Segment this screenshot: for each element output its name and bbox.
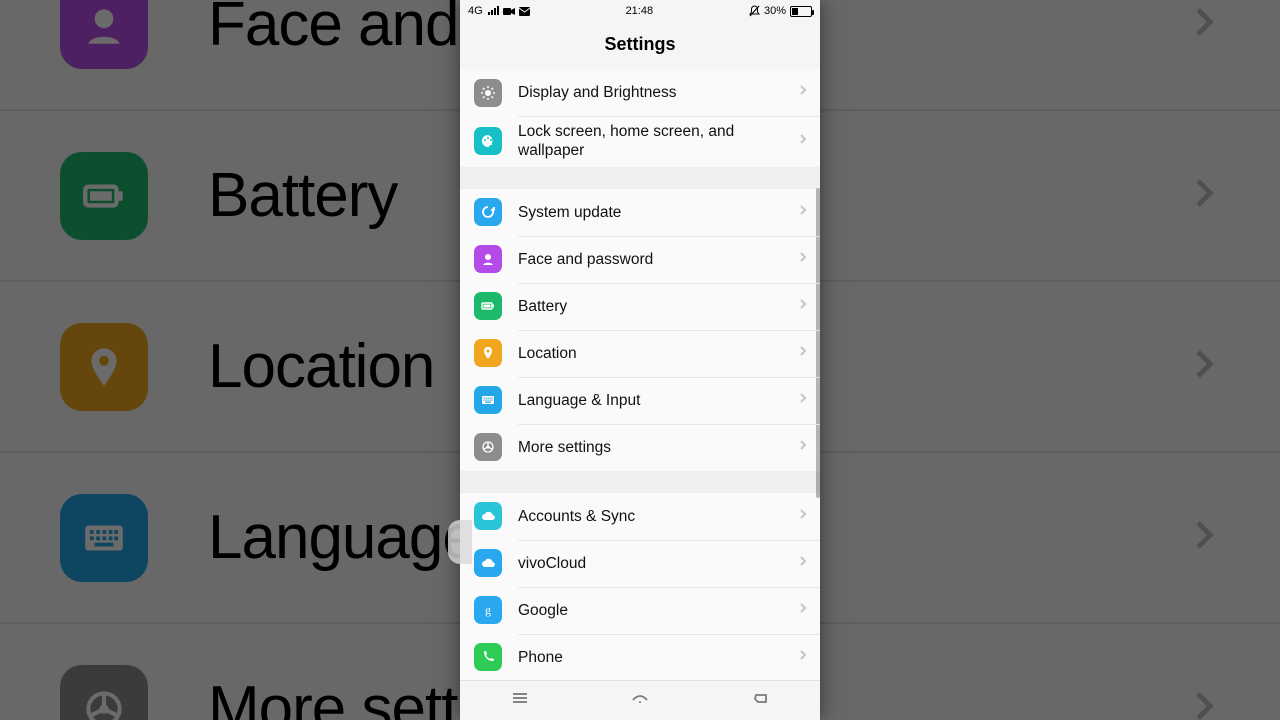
chevron-right-icon — [1186, 689, 1220, 720]
settings-row-label: Google — [518, 601, 796, 620]
chevron-right-icon — [796, 507, 810, 526]
face-icon — [60, 0, 148, 69]
chevron-right-icon — [796, 297, 810, 316]
keyboard-icon — [60, 494, 148, 582]
settings-row-label: System update — [518, 203, 796, 222]
settings-row-sysupdate[interactable]: System update — [460, 189, 820, 236]
settings-row-label: vivoCloud — [518, 554, 796, 573]
settings-row-location[interactable]: Location — [460, 330, 820, 377]
video-icon — [503, 7, 515, 16]
settings-group: Accounts & Sync vivoCloud g Google Phone — [460, 493, 820, 680]
chevron-right-icon — [796, 391, 810, 410]
settings-row-label: Accounts & Sync — [518, 507, 796, 526]
update-icon — [474, 198, 502, 226]
network-label: 4G — [468, 5, 483, 17]
chevron-right-icon — [796, 554, 810, 573]
settings-row-label: Battery — [518, 297, 796, 316]
google-icon: g — [474, 596, 502, 624]
cloud-icon — [474, 549, 502, 577]
chevron-right-icon — [1186, 176, 1220, 215]
settings-row-display[interactable]: Display and Brightness — [460, 69, 820, 116]
chevron-right-icon — [796, 83, 810, 102]
nav-recent-button[interactable] — [510, 688, 530, 713]
palette-icon — [474, 127, 502, 155]
settings-row-facepwd[interactable]: Face and password — [460, 236, 820, 283]
bg-row-label: Location — [208, 331, 434, 402]
chevron-right-icon — [796, 344, 810, 363]
chevron-right-icon — [1186, 518, 1220, 557]
settings-row-label: More settings — [518, 438, 796, 457]
settings-group: System update Face and password Battery Loc… — [460, 189, 820, 471]
settings-row-battery[interactable]: Battery — [460, 283, 820, 330]
settings-row-lang[interactable]: Language & Input — [460, 377, 820, 424]
status-bar: 4G 21:48 30% — [460, 0, 820, 22]
settings-row-label: Language & Input — [518, 391, 796, 410]
side-handle[interactable] — [448, 520, 472, 564]
settings-row-label: Display and Brightness — [518, 83, 796, 102]
status-right: 30% — [749, 5, 812, 17]
bg-row-label: Battery — [208, 160, 397, 231]
chevron-right-icon — [796, 648, 810, 667]
cloud-icon — [474, 502, 502, 530]
stage: Face and password Battery Location Language… — [0, 0, 1280, 720]
face-icon — [474, 245, 502, 273]
chevron-right-icon — [796, 438, 810, 457]
gear-icon — [474, 433, 502, 461]
system-navbar — [460, 680, 820, 720]
chevron-right-icon — [1186, 347, 1220, 386]
chevron-right-icon — [796, 601, 810, 620]
battery-icon — [474, 292, 502, 320]
dnd-icon — [749, 5, 760, 17]
svg-text:g: g — [485, 603, 491, 617]
status-left: 4G — [468, 5, 530, 17]
mail-icon — [519, 7, 530, 16]
status-time: 21:48 — [626, 5, 654, 17]
battery-icon — [60, 152, 148, 240]
settings-row-accounts[interactable]: Accounts & Sync — [460, 493, 820, 540]
battery-icon — [790, 6, 812, 17]
chevron-right-icon — [796, 250, 810, 269]
settings-row-more[interactable]: More settings — [460, 424, 820, 471]
settings-row-label: Lock screen, home screen, and wallpaper — [518, 122, 796, 161]
settings-row-label: Face and password — [518, 250, 796, 269]
phone-icon — [474, 643, 502, 671]
settings-row-google[interactable]: g Google — [460, 587, 820, 634]
keyboard-icon — [474, 386, 502, 414]
battery-percent: 30% — [764, 5, 786, 17]
settings-group: Display and Brightness Lock screen, home … — [460, 69, 820, 167]
nav-home-button[interactable] — [630, 688, 650, 713]
settings-row-vivocloud[interactable]: vivoCloud — [460, 540, 820, 587]
settings-row-label: Phone — [518, 648, 796, 667]
chevron-right-icon — [1186, 5, 1220, 44]
settings-row-phone[interactable]: Phone — [460, 634, 820, 680]
chevron-right-icon — [796, 203, 810, 222]
pin-icon — [60, 323, 148, 411]
phone-frame: 4G 21:48 30% Settings Display and Bright… — [460, 0, 820, 720]
chevron-right-icon — [796, 132, 810, 151]
settings-row-lockwall[interactable]: Lock screen, home screen, and wallpaper — [460, 116, 820, 167]
settings-list[interactable]: Display and Brightness Lock screen, home … — [460, 69, 820, 680]
nav-back-button[interactable] — [750, 688, 770, 713]
gear-icon — [60, 665, 148, 720]
pin-icon — [474, 339, 502, 367]
settings-row-label: Location — [518, 344, 796, 363]
sun-icon — [474, 79, 502, 107]
signal-icon — [487, 6, 499, 16]
page-title: Settings — [460, 22, 820, 69]
